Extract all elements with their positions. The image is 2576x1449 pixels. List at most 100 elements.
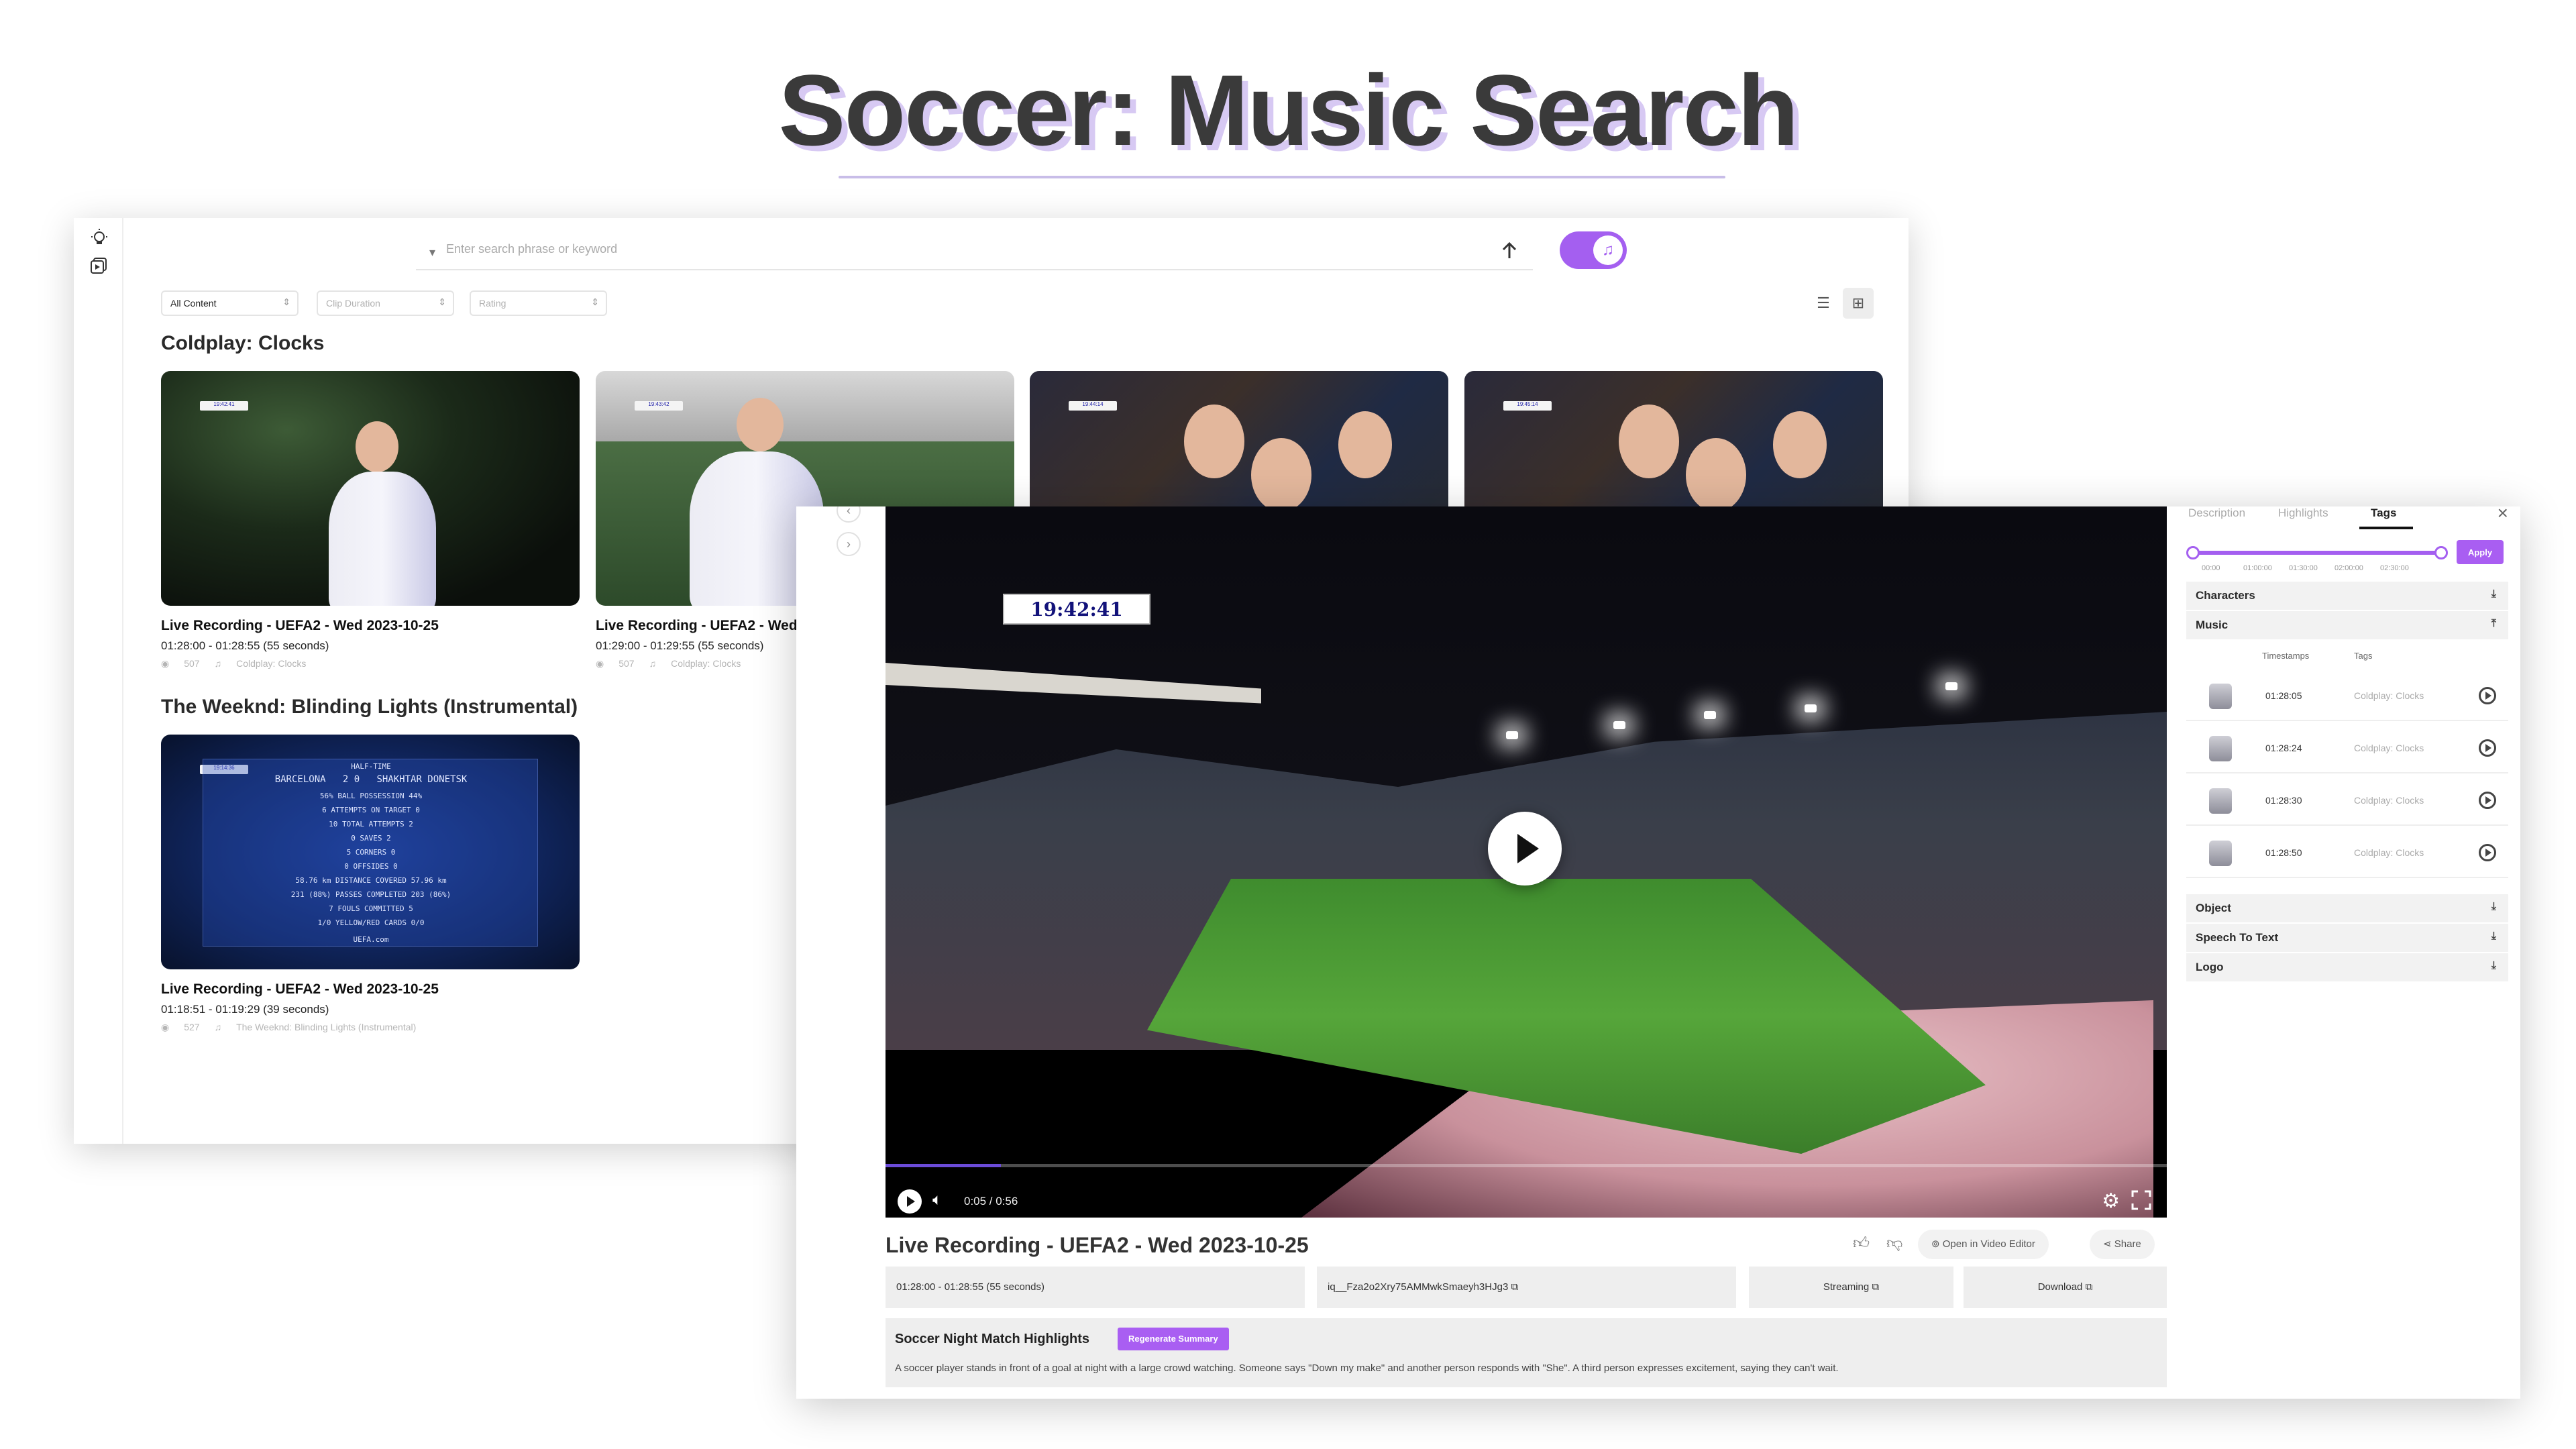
stats-row: 10 TOTAL ATTEMPTS 2 <box>329 820 413 828</box>
arrow-up-icon[interactable] <box>1494 235 1525 266</box>
content-id-box[interactable]: iq__Fza2o2Xry75AMMwkSmaeyh3HJg3 ⧉ <box>1317 1267 1736 1308</box>
music-row-tag: Coldplay: Clocks <box>2354 690 2424 701</box>
play-icon[interactable] <box>2479 687 2496 704</box>
section-object[interactable]: Object ⤓ <box>2186 894 2508 922</box>
search-input[interactable]: Enter search phrase or keyword <box>446 242 617 256</box>
clip-range: 01:28:00 - 01:28:55 (55 seconds) <box>161 639 329 652</box>
stats-row: 1/0 YELLOW/RED CARDS 0/0 <box>317 918 425 927</box>
bulb-icon[interactable] <box>89 227 110 249</box>
grid-view-icon[interactable]: ⊞ <box>1843 288 1874 319</box>
external-link-icon: ⧉ <box>2085 1281 2093 1293</box>
active-tab-indicator <box>2359 527 2413 529</box>
download-icon[interactable]: ⤓ <box>2491 960 2496 972</box>
download-link[interactable]: Download ⧉ <box>1964 1267 2167 1308</box>
eye-icon: ◉ <box>161 1022 170 1032</box>
section-characters[interactable]: Characters ⤓ <box>2186 582 2508 610</box>
section-logo[interactable]: Logo ⤓ <box>2186 953 2508 981</box>
rating-filter[interactable]: Rating ⇕ <box>470 290 607 316</box>
clip-range: 01:18:51 - 01:19:29 (39 seconds) <box>161 1003 329 1016</box>
view-count: 507 <box>619 658 635 669</box>
chevron-right-icon[interactable]: › <box>837 532 861 556</box>
slider-start-handle[interactable] <box>2186 546 2200 559</box>
headline: Soccer: Music Search <box>778 54 1799 166</box>
music-row-thumbnail <box>2209 736 2232 761</box>
download-icon[interactable]: ⤓ <box>2491 930 2496 943</box>
share-button[interactable]: ⋖ Share <box>2090 1230 2155 1259</box>
volume-icon[interactable]: 🔈︎ <box>932 1191 942 1210</box>
clip-card[interactable]: 19:42:41 Live Recording - UEFA2 - Wed 20… <box>161 371 580 669</box>
section-speech-to-text[interactable]: Speech To Text ⤓ <box>2186 924 2508 952</box>
stats-row: 231 (88%) PASSES COMPLETED 203 (86%) <box>290 890 451 899</box>
play-button[interactable] <box>898 1189 922 1214</box>
clip-card[interactable]: 19:14:36 HALF-TIME BARCELONA 2 0 SHAKHTA… <box>161 735 580 1033</box>
stats-score: 2 0 <box>342 774 360 785</box>
section-title: Coldplay: Clocks <box>161 332 325 354</box>
close-icon[interactable]: × <box>2498 506 2508 524</box>
halftime-stats-overlay: HALF-TIME BARCELONA 2 0 SHAKHTAR DONETSK… <box>203 759 538 947</box>
video-title: Live Recording - UEFA2 - Wed 2023-10-25 <box>885 1233 1309 1257</box>
slider-end-handle[interactable] <box>2434 546 2448 559</box>
tab-description[interactable]: Description <box>2188 506 2245 520</box>
play-icon[interactable] <box>2479 844 2496 861</box>
stats-footer: UEFA.com <box>353 935 389 944</box>
content-id: iq__Fza2o2Xry75AMMwkSmaeyh3HJg3 <box>1328 1281 1509 1293</box>
thumbs-up-icon[interactable]: 👍︎ <box>1853 1234 1870 1253</box>
search-bar[interactable]: ▾ Enter search phrase or keyword <box>416 231 1533 270</box>
play-icon[interactable] <box>2479 739 2496 757</box>
search-mode-chevron-icon[interactable]: ▾ <box>429 246 435 260</box>
music-tag-row[interactable]: 01:28:24 Coldplay: Clocks <box>2186 722 2508 773</box>
editor-icon: ⊚ <box>1931 1238 1943 1250</box>
video-scoreboard: 19:42:41 <box>1003 594 1150 625</box>
music-row-tag: Coldplay: Clocks <box>2354 743 2424 753</box>
share-icon: ⋖ <box>2103 1238 2114 1250</box>
fullscreen-icon[interactable] <box>2131 1189 2152 1211</box>
clip-thumbnail[interactable]: 19:42:41 <box>161 371 580 606</box>
music-tag-row[interactable]: 01:28:05 Coldplay: Clocks <box>2186 670 2508 721</box>
streaming-link[interactable]: Streaming ⧉ <box>1749 1267 1953 1308</box>
stats-row: 58.76 km DISTANCE COVERED 57.96 km <box>295 876 447 885</box>
gear-icon[interactable]: ⚙ <box>2102 1189 2120 1213</box>
music-tag: Coldplay: Clocks <box>671 658 741 669</box>
external-link-icon: ⧉ <box>1511 1281 1519 1293</box>
duration-filter[interactable]: Clip Duration ⇕ <box>317 290 454 316</box>
chevron-left-icon[interactable]: ‹ <box>837 506 861 523</box>
time-range-slider[interactable] <box>2186 546 2448 559</box>
play-icon[interactable] <box>2479 792 2496 809</box>
tab-tags[interactable]: Tags <box>2371 506 2396 520</box>
tags-panel: Description Highlights Tags × 00:00 01:0… <box>2176 506 2520 1399</box>
section-label: Logo <box>2196 961 2224 973</box>
list-view-icon[interactable]: ☰ <box>1808 288 1839 319</box>
time-display: 0:05 / 0:56 <box>964 1195 1018 1208</box>
download-icon[interactable]: ⤓ <box>2491 901 2496 913</box>
section-label: Music <box>2196 619 2229 631</box>
music-row-thumbnail <box>2209 788 2232 814</box>
music-row-thumbnail <box>2209 841 2232 866</box>
thumbs-down-icon[interactable]: 👎︎ <box>1886 1234 1902 1253</box>
video-player[interactable]: 19:42:41 🔈︎ 0:05 / 0:56 ⚙ <box>885 506 2167 1218</box>
tab-highlights[interactable]: Highlights <box>2278 506 2328 520</box>
chevron-updown-icon: ⇕ <box>438 297 446 307</box>
section-music[interactable]: Music ⤒ <box>2186 611 2508 639</box>
library-icon[interactable] <box>89 256 110 277</box>
clip-thumbnail[interactable]: 19:14:36 HALF-TIME BARCELONA 2 0 SHAKHTA… <box>161 735 580 969</box>
content-filter[interactable]: All Content ⇕ <box>161 290 299 316</box>
col-tags: Tags <box>2354 651 2373 661</box>
music-row-timestamp: 01:28:24 <box>2265 743 2302 753</box>
download-icon[interactable]: ⤓ <box>2491 588 2496 600</box>
player-window: ‹ › 19:42:41 🔈︎ 0:05 / 0:56 ⚙ Live Recor… <box>796 506 2520 1399</box>
clip-range-box: 01:28:00 - 01:28:55 (55 seconds) <box>885 1267 1305 1308</box>
progress-bar[interactable] <box>885 1164 2167 1167</box>
play-icon[interactable] <box>1488 812 1562 885</box>
summary-title: Soccer Night Match Highlights <box>895 1332 1090 1346</box>
apply-button[interactable]: Apply <box>2457 540 2504 564</box>
stats-row: 56% BALL POSSESSION 44% <box>319 792 423 800</box>
slider-tick: 02:00:00 <box>2334 564 2363 572</box>
regenerate-summary-button[interactable]: Regenerate Summary <box>1118 1328 1229 1350</box>
open-video-editor-button[interactable]: ⊚ Open in Video Editor <box>1918 1230 2049 1259</box>
section-label: Characters <box>2196 589 2255 602</box>
music-search-toggle[interactable]: ♫ <box>1560 231 1627 269</box>
music-tag-row[interactable]: 01:28:30 Coldplay: Clocks <box>2186 775 2508 826</box>
collapse-icon[interactable]: ⤒ <box>2491 618 2496 630</box>
summary-box: Soccer Night Match Highlights Regenerate… <box>885 1318 2167 1387</box>
music-tag-row[interactable]: 01:28:50 Coldplay: Clocks <box>2186 827 2508 878</box>
